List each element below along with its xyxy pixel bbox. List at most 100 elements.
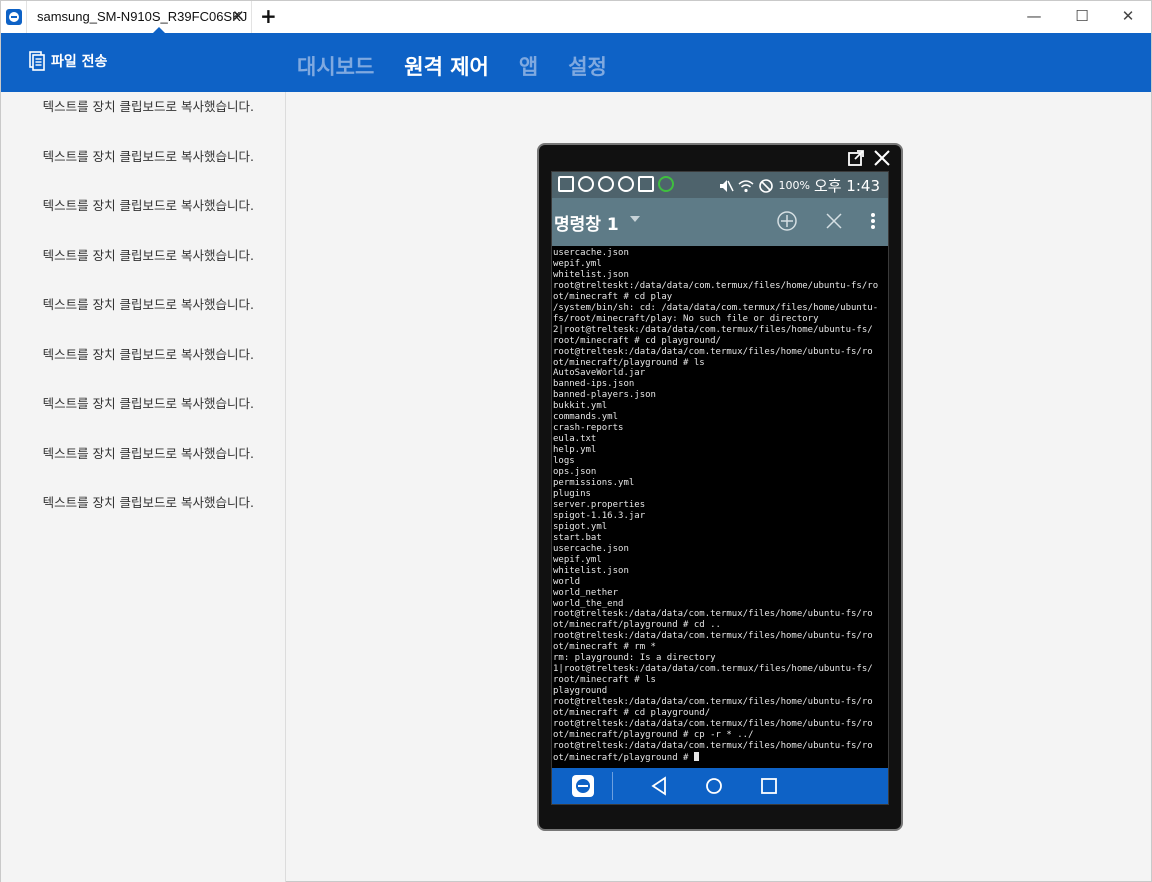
terminal-line: help.yml (553, 445, 597, 456)
main-nav: 대시보드 원격 제어 앱 설정 (297, 51, 637, 81)
remote-device-view: 100% 오후 1:43 명령창 1 usercache.json wepif.… (537, 143, 903, 831)
terminal-line: root/minecraft # ls (553, 675, 656, 686)
terminal-line: ot/minecraft # cd play (553, 291, 673, 302)
list-item: 텍스트를 장치 클립보드로 복사했습니다. (42, 297, 254, 312)
terminal-line: world_nether (553, 587, 619, 598)
terminal-line: /system/bin/sh: cd: /data/data/com.termu… (553, 302, 879, 313)
chevron-down-icon[interactable] (630, 216, 640, 222)
terminal-line: ops.json (553, 467, 597, 478)
minimize-button[interactable]: — (1011, 7, 1057, 25)
title-bar: samsung_SM-N910S_R39FC06SKJ ✕ + — ☐ ✕ (1, 1, 1151, 33)
terminal-line: bukkit.yml (553, 401, 608, 412)
eye-icon (598, 176, 614, 192)
terminal-line: usercache.json (553, 543, 629, 554)
file-transfer-button[interactable]: 파일 전송 (29, 51, 107, 71)
terminal-line: 1|root@treltesk:/data/data/com.termux/fi… (553, 664, 873, 675)
terminal-line: world_the_end (553, 598, 624, 609)
close-device-view-icon[interactable] (873, 149, 891, 167)
main-header: 파일 전송 대시보드 원격 제어 앱 설정 (1, 33, 1151, 92)
block-icon (759, 178, 774, 193)
device-tab[interactable]: samsung_SM-N910S_R39FC06SKJ ✕ (26, 1, 252, 33)
teamviewer-notification-icon (618, 176, 634, 192)
back-icon[interactable] (650, 776, 668, 796)
tab-dashboard[interactable]: 대시보드 (297, 51, 374, 81)
terminal-line: whitelist.json (553, 565, 629, 576)
nav-divider (612, 772, 613, 800)
terminal-line: playground (553, 686, 608, 697)
notification-log-panel[interactable]: 텍스트를 장치 클립보드로 복사했습니다. 텍스트를 장치 클립보드로 복사했습… (1, 92, 286, 882)
file-transfer-icon (29, 51, 45, 71)
terminal-line: logs (553, 456, 575, 467)
tab-title: samsung_SM-N910S_R39FC06SKJ (37, 9, 248, 24)
terminal-line: root@treltesk:/data/data/com.termux/file… (553, 631, 873, 642)
terminal-line: root@treltesk:/data/data/com.termux/file… (553, 609, 873, 620)
terminal-line: spigot.yml (553, 521, 608, 532)
list-item: 텍스트를 장치 클립보드로 복사했습니다. (42, 396, 254, 411)
android-nav-bar (552, 768, 888, 804)
terminal-line: AutoSaveWorld.jar (553, 368, 646, 379)
teamviewer-logo-icon (6, 9, 22, 25)
terminal-line: wepif.yml (553, 258, 602, 269)
image-icon (638, 176, 654, 192)
mute-icon (720, 179, 735, 192)
terminal-line: ot/minecraft # cd playground/ (553, 708, 711, 719)
terminal-line: root@treltesk:/data/data/com.termux/file… (553, 346, 873, 357)
terminal-line: server.properties (553, 499, 646, 510)
recent-apps-icon[interactable] (760, 776, 778, 796)
app-window: samsung_SM-N910S_R39FC06SKJ ✕ + — ☐ ✕ 파일… (0, 0, 1152, 882)
system-status: 100% 오후 1:43 (718, 175, 880, 196)
new-tab-button[interactable]: + (260, 4, 277, 28)
terminal-line: ot/minecraft/playground # ls (553, 357, 705, 368)
tab-settings[interactable]: 설정 (568, 51, 607, 81)
terminal-line: root@treltesk:/data/data/com.termux/file… (553, 718, 873, 729)
maximize-button[interactable]: ☐ (1059, 7, 1105, 25)
terminal-line: permissions.yml (553, 478, 635, 489)
tab-close-icon[interactable]: ✕ (232, 7, 245, 25)
close-window-button[interactable]: ✕ (1105, 7, 1151, 25)
tab-remote-control[interactable]: 원격 제어 (404, 51, 489, 81)
terminal-line: world (553, 576, 581, 587)
terminal-line: ot/minecraft/playground # cp -r * ../ (553, 729, 754, 740)
terminal-line: whitelist.json (553, 269, 629, 280)
home-icon[interactable] (704, 776, 724, 796)
tab-apps[interactable]: 앱 (519, 51, 538, 81)
terminal-output[interactable]: usercache.json wepif.yml whitelist.json roo… (552, 248, 888, 768)
list-item: 텍스트를 장치 클립보드로 복사했습니다. (42, 149, 254, 164)
keyboard-icon (558, 176, 574, 192)
terminal-line: rm: playground: Is a directory (553, 653, 716, 664)
terminal-line: crash-reports (553, 423, 624, 434)
list-item: 텍스트를 장치 클립보드로 복사했습니다. (42, 495, 254, 510)
terminal-line: ot/minecraft/playground # cd .. (553, 620, 721, 631)
list-item: 텍스트를 장치 클립보드로 복사했습니다. (42, 446, 254, 461)
pop-out-icon[interactable] (847, 149, 865, 167)
terminal-cursor (693, 751, 699, 761)
terminal-line: root@treltesk:/data/data/com.termux/file… (553, 740, 873, 751)
terminal-line: fs/root/minecraft/play: No such file or … (553, 313, 819, 324)
terminal-line: start.bat (553, 532, 602, 543)
add-session-icon[interactable] (776, 210, 798, 232)
terminal-line: wepif.yml (553, 554, 602, 565)
app-bar-actions (776, 210, 876, 232)
terminal-line: eula.txt (553, 434, 597, 445)
terminal-line: plugins (553, 488, 591, 499)
clock: 오후 1:43 (813, 177, 880, 195)
device-screen[interactable]: 100% 오후 1:43 명령창 1 usercache.json wepif.… (551, 171, 889, 805)
teamviewer-quick-icon[interactable] (572, 775, 594, 797)
more-options-icon[interactable] (870, 211, 876, 231)
list-item: 텍스트를 장치 클립보드로 복사했습니다. (42, 198, 254, 213)
session-title[interactable]: 명령창 1 (554, 210, 619, 235)
android-icon (658, 176, 674, 192)
terminal-line: commands.yml (553, 412, 619, 423)
list-item: 텍스트를 장치 클립보드로 복사했습니다. (42, 248, 254, 263)
terminal-line: usercache.json (553, 248, 629, 258)
android-status-bar: 100% 오후 1:43 (552, 172, 888, 198)
file-transfer-label: 파일 전송 (51, 54, 108, 70)
list-item: 텍스트를 장치 클립보드로 복사했습니다. (42, 99, 254, 114)
terminal-line: ot/minecraft/playground # (553, 751, 888, 764)
terminal-line: root@treltesk:/data/data/com.termux/file… (553, 697, 873, 708)
terminal-app-bar: 명령창 1 (552, 198, 888, 246)
terminal-line: spigot-1.16.3.jar (553, 510, 646, 521)
terminal-line: banned-ips.json (553, 379, 635, 390)
close-session-icon[interactable] (824, 211, 844, 231)
wifi-icon (738, 179, 754, 192)
